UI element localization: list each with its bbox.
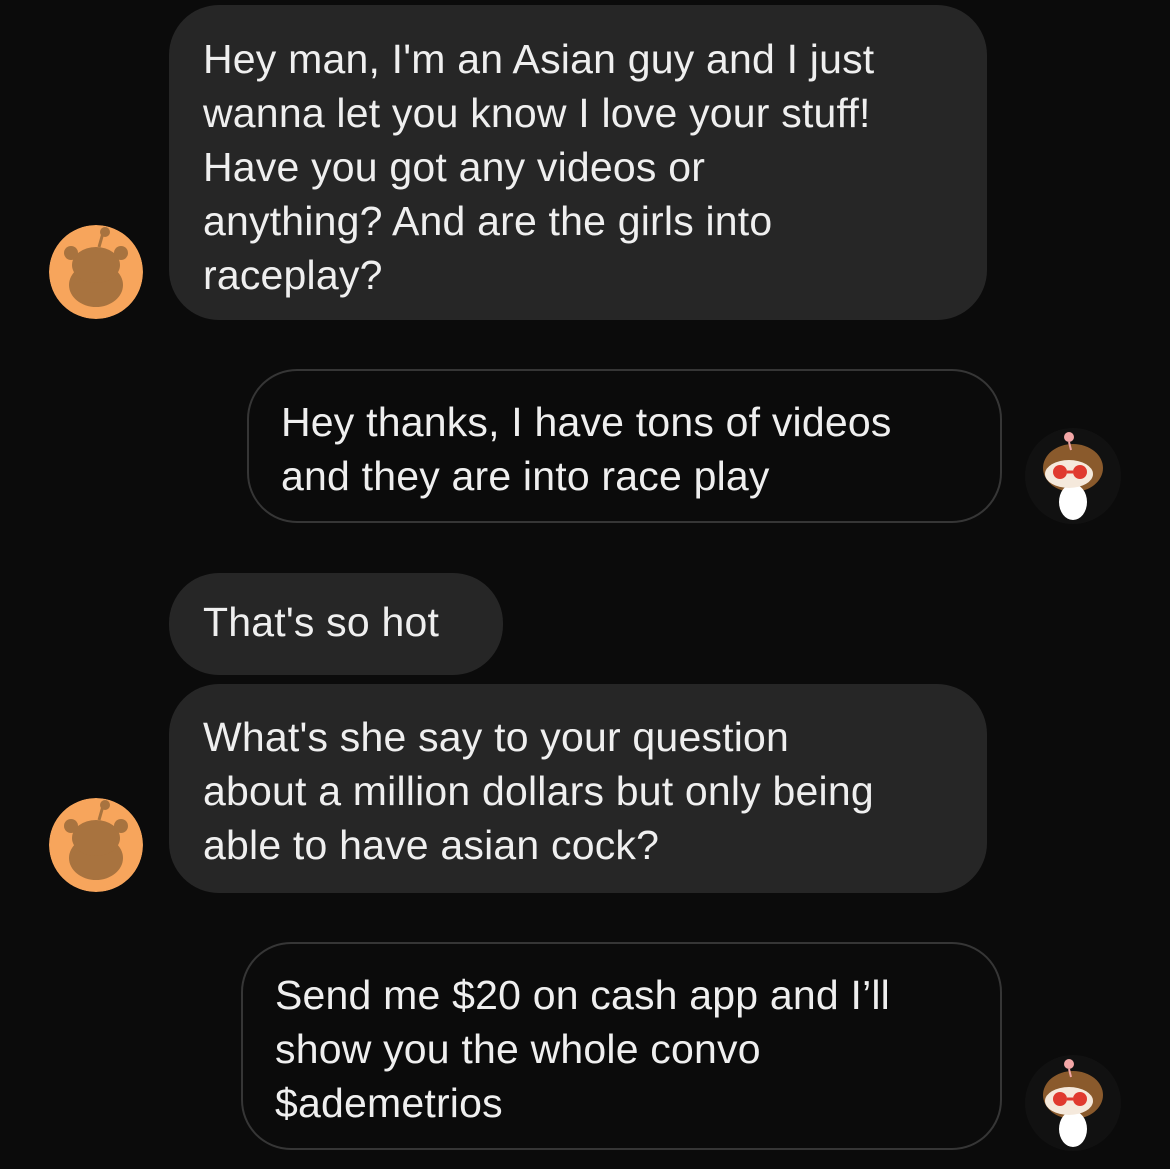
message-bubble-outgoing[interactable]: Send me $20 on cash app and I’ll show yo…	[241, 942, 1002, 1150]
sender-avatar-icon[interactable]	[49, 798, 143, 892]
message-bubble-incoming[interactable]: That's so hot	[169, 573, 503, 675]
sender-avatar-icon[interactable]	[49, 225, 143, 319]
message-bubble-outgoing[interactable]: Hey thanks, I have tons of videos and th…	[247, 369, 1002, 523]
message-bubble-incoming[interactable]: What's she say to your question about a …	[169, 684, 987, 893]
user-avatar-icon[interactable]	[1025, 1055, 1121, 1151]
message-bubble-incoming[interactable]: Hey man, I'm an Asian guy and I just wan…	[169, 5, 987, 320]
user-avatar-icon[interactable]	[1025, 428, 1121, 524]
